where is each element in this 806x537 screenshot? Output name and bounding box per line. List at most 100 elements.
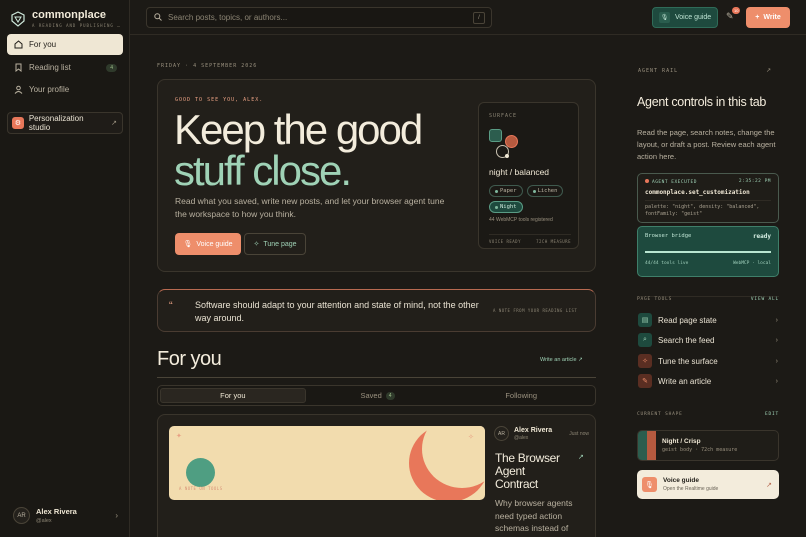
shape-name: Night / Crisp (662, 438, 701, 445)
page-icon: ▤ (638, 313, 652, 327)
surface-footer: VOICE READY 72CH MEASURE (489, 234, 571, 244)
sidebar-item-label: Reading list (29, 63, 71, 72)
tune-page-button[interactable]: ✧ Tune page (244, 233, 306, 255)
swatch-night[interactable] (496, 145, 509, 158)
exec-label: AGENT EXECUTED (652, 180, 697, 185)
progress-fill (645, 251, 771, 253)
chevron-right-icon: › (775, 316, 778, 324)
user-menu[interactable]: AR Alex Rivera @alex › (13, 507, 118, 524)
tool-read-page-state[interactable]: ▤ Read page state › (638, 311, 778, 329)
microphone-icon: 🎙 (642, 477, 657, 492)
shape-label: CURRENT SHAPE (637, 412, 683, 417)
swatch-green[interactable] (489, 129, 502, 142)
tool-label: Write an article (658, 376, 712, 386)
button-label: Voice guide (196, 240, 233, 248)
tool-label: Read page state (658, 315, 717, 325)
sliders-icon: ⚙ (12, 117, 24, 129)
external-arrow-icon: ↗ (111, 120, 117, 127)
divider (157, 377, 596, 378)
count-badge: 4 (106, 63, 117, 72)
dot-icon (532, 189, 536, 193)
sparkle-icon: ✧ (468, 434, 474, 441)
bridge-mode: WebMCP · local (733, 261, 771, 266)
current-shape-header: CURRENT SHAPE EDIT (637, 412, 779, 417)
personalization-studio-button[interactable]: ⚙ Personalization studio ↗ (7, 112, 123, 134)
button-label: Tune page (263, 240, 297, 248)
quote-icon: “ (169, 300, 173, 312)
write-article-link[interactable]: Write an article ↗ (540, 357, 583, 363)
view-all-link[interactable]: VIEW ALL (751, 297, 779, 302)
quote-card: “ Software should adapt to your attentio… (157, 289, 596, 332)
greeting: GOOD TO SEE YOU, ALEX. (175, 97, 264, 103)
feed-tabs: For you Saved 4 Following (157, 385, 596, 406)
sidebar-item-label: Your profile (29, 85, 70, 94)
hero-voice-guide-button[interactable]: 🎙 Voice guide (175, 233, 241, 255)
tool-search-feed[interactable]: ⌕ Search the feed › (638, 331, 778, 349)
post-excerpt: Why browser agents need typed action sch… (495, 498, 573, 533)
arrow-icon: ↗ (578, 357, 583, 363)
chip-label: Paper (500, 188, 517, 194)
tab-saved[interactable]: Saved 4 (306, 388, 450, 403)
tool-tune-surface[interactable]: ✧ Tune the surface › (638, 352, 778, 370)
write-label: Write (763, 14, 781, 21)
tools-live: 44/44 tools live (645, 261, 689, 266)
sidebar-item-reading-list[interactable]: Reading list 4 (7, 57, 123, 78)
rail-description: Read the page, search notes, change the … (637, 128, 776, 161)
expand-icon[interactable]: ↗ (766, 67, 771, 74)
current-shape-card[interactable]: Night / Crisp geist body · 72ch measure (637, 430, 779, 461)
voice-guide-button[interactable]: 🎙 Voice guide (652, 7, 718, 28)
exec-time: 2:35:22 PM (738, 179, 771, 184)
sidebar-item-profile[interactable]: Your profile (7, 79, 123, 100)
voice-detail: Open the Realtime guide (663, 486, 719, 492)
quote-text: Software should adapt to your attention … (195, 300, 479, 323)
quote-source: A NOTE FROM YOUR READING LIST (493, 308, 578, 313)
post-image: ✦ ✧ A NOTE ON TOOLS (169, 426, 485, 500)
post-title[interactable]: The Browser Agent Contract (495, 452, 565, 491)
rail-title: Agent controls in this tab (637, 95, 767, 109)
rail-label: AGENT RAIL (638, 68, 679, 74)
chip-lichen[interactable]: Lichen (526, 185, 564, 197)
agent-executed-card: AGENT EXECUTED 2:35:22 PM commonplace.set… (637, 173, 779, 223)
open-arrow-icon[interactable]: ↗ (578, 453, 584, 461)
browser-bridge-card: Browser bridge ready 44/44 tools live WebM… (637, 226, 779, 277)
tab-following[interactable]: Following (449, 388, 593, 403)
search-input[interactable]: Search posts, topics, or authors... / (146, 7, 492, 28)
edit-link[interactable]: EDIT (765, 412, 779, 417)
tab-for-you[interactable]: For you (160, 388, 306, 403)
user-name: Alex Rivera (36, 507, 77, 516)
bridge-status: ready (752, 233, 771, 240)
surface-panel: SURFACE night / balanced Paper Lichen Ni… (478, 102, 579, 249)
exec-function: commonplace.set_customization (645, 189, 750, 196)
tab-label: Following (505, 391, 538, 400)
avatar: AR (13, 507, 30, 524)
tab-label: For you (220, 391, 246, 400)
search-placeholder: Search posts, topics, or authors... (168, 13, 288, 22)
write-button[interactable]: + Write (746, 7, 790, 28)
chevron-right-icon: › (775, 357, 778, 365)
chip-night[interactable]: Night (489, 201, 523, 213)
page-tools-label: PAGE TOOLS (637, 297, 673, 302)
surface-name: night / balanced (489, 167, 550, 177)
notifications-button[interactable]: ✎ 10 (726, 7, 741, 23)
hero-card: GOOD TO SEE YOU, ALEX. Keep the good stuf… (157, 79, 596, 272)
bookmark-icon (13, 63, 23, 73)
tools-registered: 44 WebMCP tools registered (489, 217, 553, 223)
sparkle-icon: ✧ (638, 354, 652, 368)
hero-title-line2: stuff close. (174, 147, 352, 194)
user-icon (13, 85, 23, 95)
post-card[interactable]: ✦ ✧ A NOTE ON TOOLS AR Alex Rivera @alex… (157, 414, 596, 537)
voice-guide-card[interactable]: 🎙 Voice guide Open the Realtime guide ↗ (637, 470, 779, 499)
shape-detail: geist body · 72ch measure (662, 447, 738, 453)
shape-swatch (638, 431, 656, 460)
date-label: FRIDAY · 4 SEPTEMBER 2026 (157, 63, 258, 69)
tool-write-article[interactable]: ✎ Write an article › (638, 372, 778, 390)
tab-label: Saved (360, 391, 382, 400)
chip-paper[interactable]: Paper (489, 185, 523, 197)
image-caption: A NOTE ON TOOLS (179, 486, 223, 491)
voice-ready: VOICE READY (489, 239, 521, 244)
palette-chips: Paper Lichen Night (489, 185, 574, 213)
chip-label: Lichen (537, 188, 558, 194)
sidebar-item-for-you[interactable]: For you (7, 34, 123, 55)
brand[interactable]: commonplace A READING AND PUBLISHING … (10, 9, 121, 28)
avatar: AR (494, 426, 509, 441)
